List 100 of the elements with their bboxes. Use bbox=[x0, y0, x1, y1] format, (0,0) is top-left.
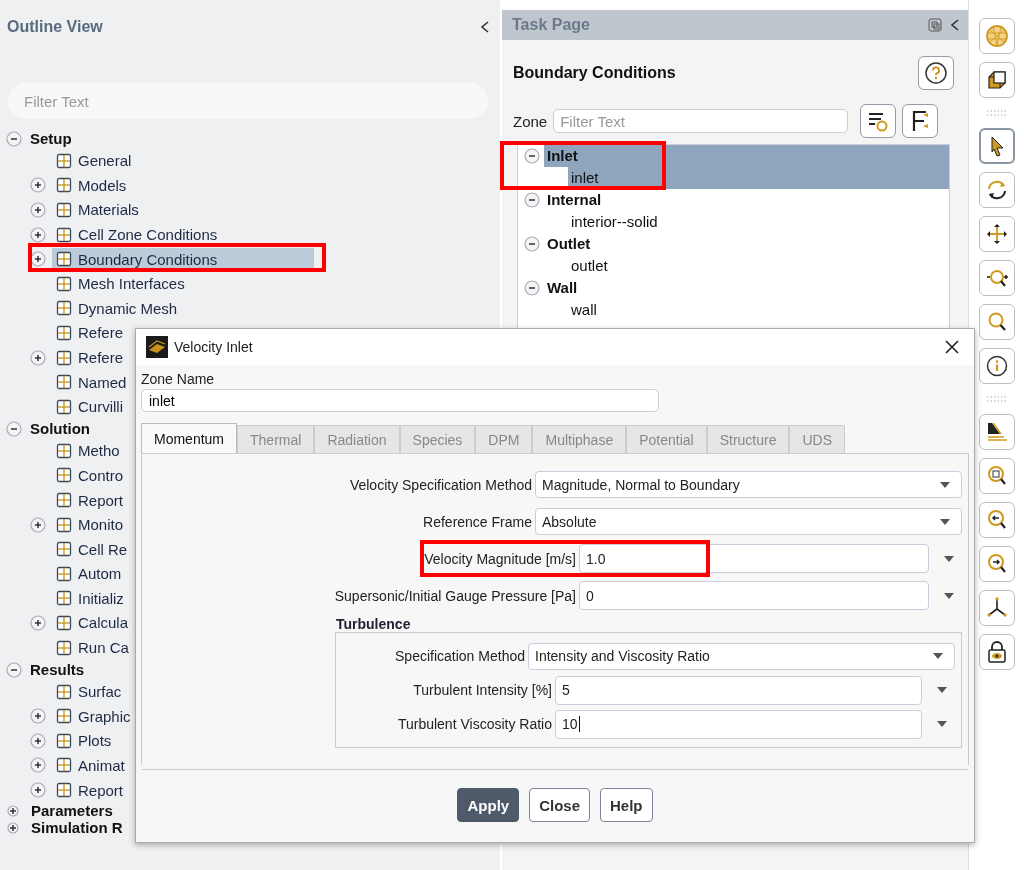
dropdown-value: Intensity and Viscosity Ratio bbox=[535, 648, 710, 664]
tree-item[interactable]: Boundary Conditions bbox=[52, 248, 314, 271]
grid-icon bbox=[56, 349, 72, 366]
expand-toggle-icon[interactable] bbox=[30, 615, 46, 631]
sort-button[interactable] bbox=[902, 104, 939, 138]
cube-button[interactable] bbox=[978, 62, 1015, 98]
caret-icon bbox=[939, 517, 951, 526]
expand-toggle-icon[interactable] bbox=[7, 821, 19, 834]
number-field[interactable]: 5 bbox=[555, 675, 922, 705]
expand-toggle-icon[interactable] bbox=[30, 516, 46, 533]
collapse-toggle-icon[interactable] bbox=[524, 148, 540, 164]
tree-item[interactable]: Graphic bbox=[52, 705, 131, 728]
tree-item[interactable]: Contro bbox=[52, 464, 124, 487]
info-button[interactable] bbox=[978, 348, 1015, 384]
pointer-button[interactable] bbox=[978, 128, 1015, 164]
rotate-button[interactable] bbox=[978, 172, 1015, 208]
zone-item[interactable]: outlet bbox=[568, 255, 949, 277]
collapse-toggle-icon[interactable] bbox=[524, 236, 540, 252]
expand-toggle-icon[interactable] bbox=[30, 757, 46, 774]
tree-item[interactable]: General bbox=[52, 149, 132, 172]
number-field[interactable]: 10 bbox=[555, 709, 922, 739]
field-label: Velocity Specification Method bbox=[349, 476, 532, 493]
grid-icon bbox=[56, 324, 72, 341]
zone-type-item[interactable]: Internal bbox=[544, 189, 949, 211]
tree-item[interactable]: Mesh Interfaces bbox=[52, 272, 185, 295]
tree-item[interactable]: Metho bbox=[52, 439, 120, 462]
axes-button[interactable] bbox=[978, 590, 1015, 626]
expand-toggle-icon[interactable] bbox=[30, 202, 46, 218]
number-field[interactable]: 0 bbox=[579, 581, 929, 610]
field-label: Supersonic/Initial Gauge Pressure [Pa] bbox=[334, 587, 576, 604]
expand-toggle-icon[interactable] bbox=[30, 732, 46, 749]
tree-item[interactable]: Autom bbox=[52, 562, 122, 585]
tree-item[interactable]: Surfac bbox=[52, 680, 122, 703]
tree-item[interactable]: Animat bbox=[52, 754, 125, 777]
dialog-button[interactable]: Close bbox=[529, 788, 590, 822]
grid-icon bbox=[56, 615, 72, 631]
tree-item[interactable]: Refere bbox=[52, 321, 124, 344]
page-heading: Boundary Conditions bbox=[513, 64, 676, 82]
zone-item[interactable]: interior--solid bbox=[568, 211, 949, 233]
tree-item[interactable]: Models bbox=[52, 174, 127, 197]
dialog-button[interactable]: Apply bbox=[457, 788, 520, 822]
tree-item[interactable]: Materials bbox=[52, 199, 139, 221]
float-window-icon bbox=[928, 18, 942, 32]
zone-type-item[interactable]: Outlet bbox=[544, 233, 949, 255]
collapse-toggle-icon[interactable] bbox=[524, 192, 540, 208]
collapse-toggle-icon[interactable] bbox=[6, 420, 22, 437]
tree-item[interactable]: Refere bbox=[52, 346, 124, 369]
zone-item[interactable]: inlet bbox=[568, 167, 949, 189]
grid-icon bbox=[56, 590, 72, 607]
tree-item[interactable]: Report bbox=[52, 779, 124, 802]
tree-item[interactable]: Cell Re bbox=[52, 538, 128, 561]
expand-toggle-icon[interactable] bbox=[30, 349, 46, 366]
zone-type-item[interactable]: Wall bbox=[544, 277, 949, 299]
dropdown-value: Magnitude, Normal to Boundary bbox=[542, 476, 740, 493]
expand-toggle-icon[interactable] bbox=[30, 708, 46, 725]
grid-icon bbox=[56, 708, 72, 725]
expand-toggle-icon[interactable] bbox=[30, 226, 46, 243]
contour-button[interactable] bbox=[978, 414, 1015, 450]
dropdown[interactable]: Magnitude, Normal to Boundary bbox=[535, 471, 962, 498]
dropdown[interactable]: Absolute bbox=[535, 508, 962, 535]
tree-item[interactable]: Plots bbox=[52, 729, 112, 752]
tab[interactable]: Momentum bbox=[141, 423, 238, 453]
collapse-toggle-icon[interactable] bbox=[6, 661, 22, 678]
tree-item[interactable]: Monito bbox=[52, 513, 124, 536]
tree-section-label: Parameters bbox=[31, 802, 113, 820]
tree-item[interactable]: Cell Zone Conditions bbox=[52, 223, 218, 246]
zone-type-item[interactable]: Inlet bbox=[544, 145, 949, 167]
zone-name-field[interactable]: inlet bbox=[141, 389, 659, 412]
globe-mesh-icon bbox=[984, 24, 1009, 48]
field-label: Turbulent Intensity [%] bbox=[413, 682, 552, 698]
tree-item[interactable]: Dynamic Mesh bbox=[52, 297, 178, 320]
dialog-title: Velocity Inlet bbox=[174, 339, 254, 355]
lock-button[interactable] bbox=[978, 634, 1015, 670]
grip-icon bbox=[984, 396, 1009, 402]
number-field[interactable]: 1.0 bbox=[579, 544, 929, 573]
caret-icon bbox=[943, 591, 955, 600]
tree-item[interactable]: Initializ bbox=[52, 587, 124, 610]
tree-item[interactable]: Named bbox=[52, 371, 127, 394]
filter-field[interactable]: Filter Text bbox=[553, 109, 849, 133]
grid-icon bbox=[56, 683, 72, 700]
dropdown[interactable]: Intensity and Viscosity Ratio bbox=[528, 642, 955, 670]
expand-toggle-icon[interactable] bbox=[30, 177, 46, 194]
filter-options-button[interactable] bbox=[860, 104, 897, 138]
expand-toggle-icon[interactable] bbox=[7, 804, 19, 817]
zoom-fit-button[interactable] bbox=[978, 458, 1015, 494]
tree-item[interactable]: Report bbox=[52, 489, 124, 511]
zoom-forward-button[interactable] bbox=[978, 546, 1015, 582]
tree-item[interactable]: Curvilli bbox=[52, 395, 123, 418]
collapse-toggle-icon[interactable] bbox=[524, 280, 540, 296]
tree-item[interactable]: Run Ca bbox=[52, 636, 129, 659]
tree-item[interactable]: Calcula bbox=[52, 612, 129, 634]
zoom-back-button[interactable] bbox=[978, 502, 1015, 538]
move-arrows-button[interactable] bbox=[978, 216, 1015, 252]
filter-field[interactable]: Filter Text bbox=[8, 83, 488, 119]
dialog-button[interactable]: Help bbox=[600, 788, 653, 822]
zoom-button[interactable] bbox=[978, 260, 1015, 296]
collapse-toggle-icon[interactable] bbox=[6, 130, 22, 147]
expand-toggle-icon[interactable] bbox=[30, 782, 46, 799]
zone-item[interactable]: wall bbox=[568, 299, 949, 321]
help-button[interactable] bbox=[918, 56, 954, 90]
